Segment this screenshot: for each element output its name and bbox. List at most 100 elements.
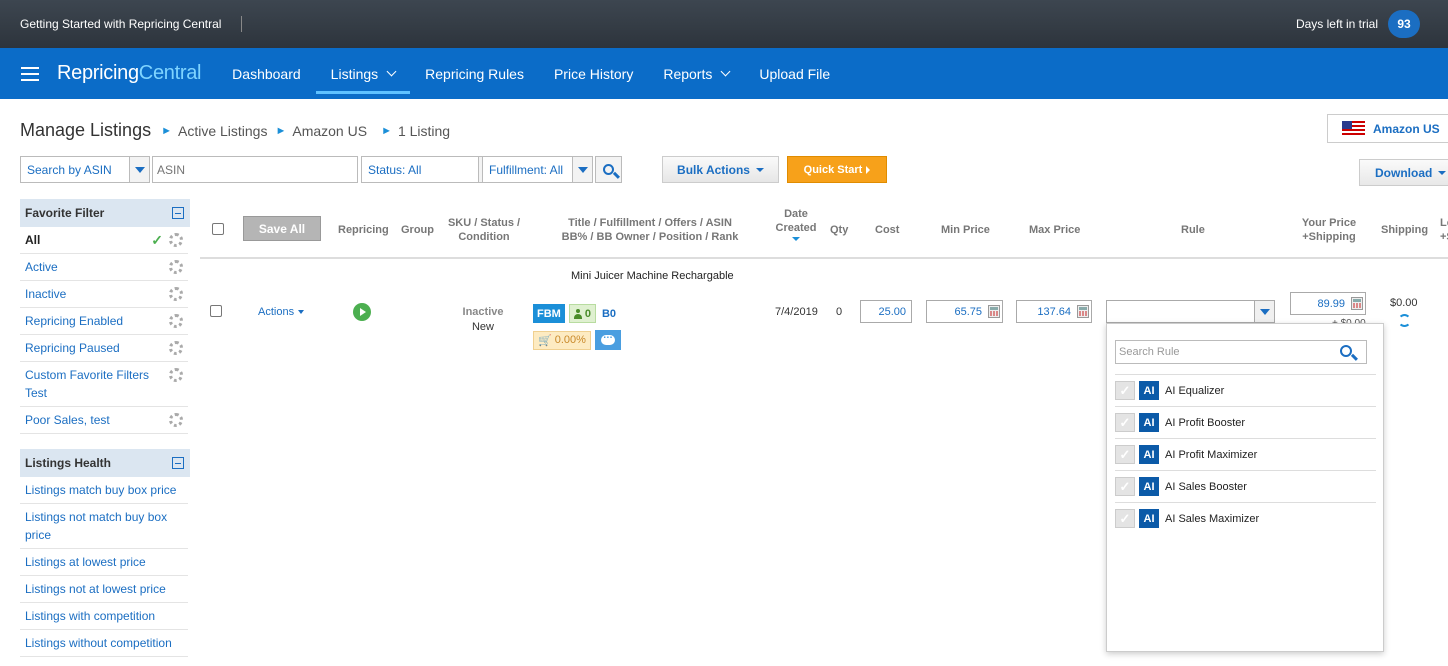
- person-icon: [573, 308, 582, 319]
- checkbox-icon[interactable]: ✓: [1115, 381, 1135, 400]
- health-item[interactable]: Listings not at lowest price: [20, 576, 188, 603]
- save-all-button[interactable]: Save All: [243, 216, 321, 241]
- filter-label: Poor Sales, test: [25, 413, 110, 427]
- header-min-price: Min Price: [941, 224, 990, 236]
- fulfillment-select[interactable]: Fulfillment: All: [482, 156, 593, 183]
- select-all-checkbox[interactable]: [212, 223, 224, 235]
- header-group: Group: [401, 224, 434, 236]
- date-created: 7/4/2019: [775, 306, 818, 318]
- rule-option[interactable]: ✓ AI AI Profit Maximizer: [1115, 438, 1376, 470]
- search-icon[interactable]: [1340, 345, 1352, 357]
- checkbox-icon[interactable]: ✓: [1115, 445, 1135, 464]
- filter-item-all[interactable]: All ✓: [20, 227, 188, 254]
- trial-label: Days left in trial: [1295, 17, 1378, 31]
- nav-label: Listings: [330, 65, 379, 82]
- breadcrumb-marketplace[interactable]: Amazon US: [292, 123, 367, 139]
- header-repricing: Repricing: [338, 224, 389, 236]
- quick-start-button[interactable]: Quick Start: [787, 156, 887, 183]
- header-line: Title / Fulfillment / Offers / ASIN: [568, 217, 732, 229]
- health-label: Listings at lowest price: [25, 555, 146, 569]
- checkbox-icon[interactable]: ✓: [1115, 477, 1135, 496]
- header-line: SKU / Status /: [447, 217, 521, 229]
- health-item[interactable]: Listings not match buy box price: [20, 504, 188, 549]
- calculator-icon[interactable]: [1351, 297, 1363, 310]
- calculator-icon[interactable]: [1077, 305, 1089, 318]
- your-price-input[interactable]: 89.99: [1290, 292, 1366, 315]
- rule-option[interactable]: ✓ AI AI Sales Booster: [1115, 470, 1376, 502]
- row-actions-dropdown[interactable]: Actions: [258, 306, 305, 318]
- gear-icon[interactable]: [169, 260, 183, 274]
- row-checkbox[interactable]: [210, 305, 222, 317]
- health-item[interactable]: Listings at lowest price: [20, 549, 188, 576]
- cost-input[interactable]: 25.00: [860, 300, 912, 323]
- marketplace-selector[interactable]: Amazon US: [1327, 114, 1448, 143]
- rule-label: AI Equalizer: [1165, 384, 1225, 397]
- search-button[interactable]: [595, 156, 622, 183]
- offers-badge[interactable]: 0: [568, 304, 596, 323]
- filter-item-repricing-enabled[interactable]: Repricing Enabled: [20, 308, 188, 335]
- calculator-icon[interactable]: [988, 305, 1000, 318]
- max-price-value: 137.64: [1037, 305, 1071, 318]
- filter-item-inactive[interactable]: Inactive: [20, 281, 188, 308]
- gear-icon[interactable]: [169, 233, 183, 247]
- play-icon[interactable]: [353, 303, 371, 321]
- gear-icon[interactable]: [169, 287, 183, 301]
- download-button[interactable]: Download: [1359, 159, 1448, 186]
- sort-desc-icon: [792, 237, 800, 241]
- health-item[interactable]: Listings with competition: [20, 603, 188, 630]
- header-date-created[interactable]: Date Created: [770, 207, 822, 241]
- checkbox-icon[interactable]: ✓: [1115, 509, 1135, 528]
- nav-upload-file[interactable]: Upload File: [744, 48, 845, 99]
- rule-label: AI Sales Maximizer: [1165, 512, 1260, 525]
- nav-reports[interactable]: Reports: [648, 48, 744, 99]
- checkbox-icon[interactable]: ✓: [1115, 413, 1135, 432]
- filter-item-poor-sales[interactable]: Poor Sales, test: [20, 407, 188, 434]
- collapse-icon[interactable]: [172, 457, 184, 469]
- health-item[interactable]: Listings match buy box price: [20, 477, 188, 504]
- health-item[interactable]: Listings without competition: [20, 630, 188, 657]
- status-select[interactable]: Status: All: [361, 156, 499, 183]
- filter-label: Repricing Enabled: [25, 314, 124, 328]
- filter-item-repricing-paused[interactable]: Repricing Paused: [20, 335, 188, 362]
- filter-item-active[interactable]: Active: [20, 254, 188, 281]
- refresh-icon[interactable]: [1398, 314, 1411, 327]
- rule-search-input[interactable]: Search Rule: [1115, 340, 1367, 364]
- gear-icon[interactable]: [169, 413, 183, 427]
- breadcrumb: Manage Listings ► Active Listings ► Amaz…: [20, 120, 450, 141]
- bulk-actions-button[interactable]: Bulk Actions: [662, 156, 779, 183]
- filter-item-custom[interactable]: Custom Favorite Filters Test: [20, 362, 188, 407]
- breadcrumb-active-listings[interactable]: Active Listings: [178, 123, 267, 139]
- rule-option[interactable]: ✓ AI AI Sales Maximizer: [1115, 502, 1376, 534]
- header-sku: SKU / Status / Condition: [440, 216, 528, 244]
- trial-days-badge: 93: [1388, 10, 1420, 38]
- asin-link[interactable]: B0: [602, 308, 622, 320]
- header-your-price: Your Price +Shipping: [1296, 216, 1362, 244]
- hamburger-menu-icon[interactable]: [21, 63, 39, 85]
- rule-select[interactable]: [1106, 300, 1275, 323]
- rule-option[interactable]: ✓ AI AI Profit Booster: [1115, 406, 1376, 438]
- cost-value: 25.00: [878, 305, 906, 318]
- gear-icon[interactable]: [169, 341, 183, 355]
- collapse-icon[interactable]: [172, 207, 184, 219]
- nav-repricing-rules[interactable]: Repricing Rules: [410, 48, 539, 99]
- section-title: Favorite Filter: [25, 206, 105, 220]
- listings-health-header[interactable]: Listings Health: [20, 449, 190, 477]
- gear-icon[interactable]: [169, 368, 183, 382]
- nav-price-history[interactable]: Price History: [539, 48, 648, 99]
- nav-listings[interactable]: Listings: [315, 48, 411, 99]
- row-status: Inactive New: [450, 305, 516, 335]
- min-price-input[interactable]: 65.75: [926, 300, 1003, 323]
- gear-icon[interactable]: [169, 314, 183, 328]
- search-by-select[interactable]: Search by ASIN: [20, 156, 150, 183]
- message-icon[interactable]: [594, 330, 621, 350]
- favorite-filter-header[interactable]: Favorite Filter: [20, 199, 190, 227]
- logo[interactable]: RepricingCentral: [57, 62, 201, 85]
- rule-option[interactable]: ✓ AI AI Equalizer: [1115, 374, 1376, 406]
- nav-label: Dashboard: [232, 65, 301, 82]
- nav-dashboard[interactable]: Dashboard: [217, 48, 316, 99]
- fulfillment-badge: FBM: [533, 304, 565, 323]
- asin-input[interactable]: [152, 156, 358, 183]
- max-price-input[interactable]: 137.64: [1016, 300, 1092, 323]
- filter-label: Inactive: [25, 287, 67, 301]
- getting-started-link[interactable]: Getting Started with Repricing Central: [20, 17, 221, 31]
